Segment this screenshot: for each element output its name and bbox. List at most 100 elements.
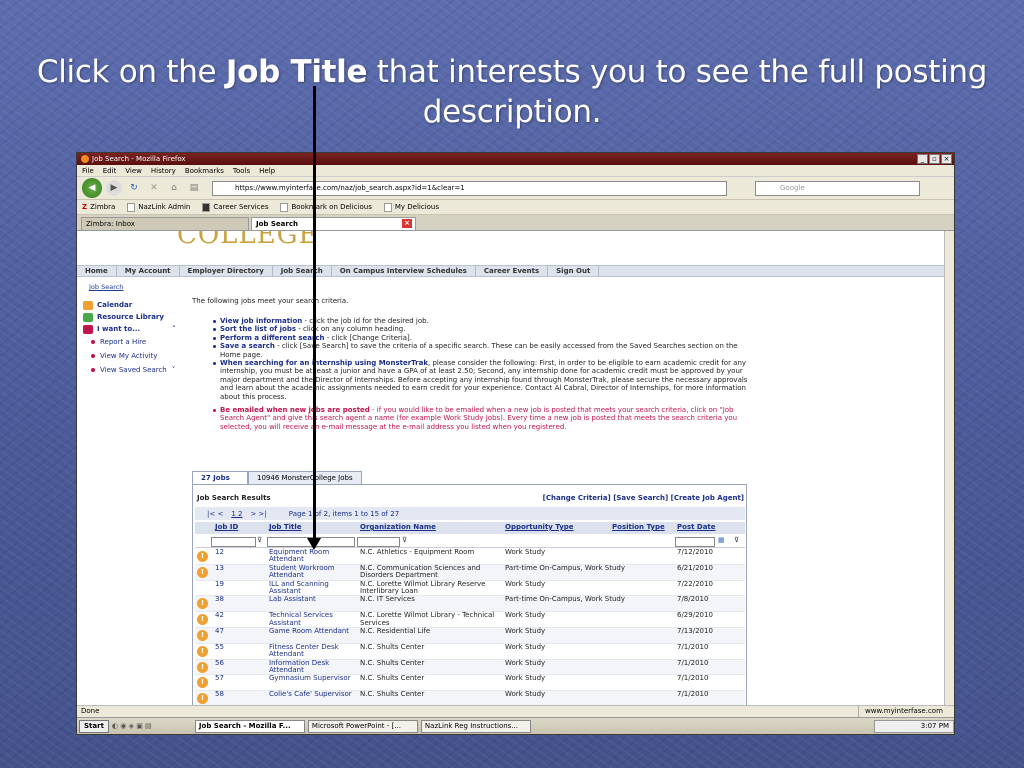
job-title-link[interactable]: Lab Assistant	[269, 595, 360, 603]
url-bar[interactable]: https://www.myinterfase.com/naz/job_sear…	[212, 180, 727, 196]
nav-home[interactable]: Home	[77, 266, 117, 276]
tab-monstercollege-jobs[interactable]: 10946 MonsterCollege Jobs	[248, 471, 362, 484]
bookmark-delicious[interactable]: Bookmark on Delicious	[280, 202, 372, 212]
table-row[interactable]: ! 47 Game Room Attendant N.C. Residential L…	[195, 626, 745, 644]
job-id-link[interactable]: 55	[212, 643, 269, 651]
sidebar-item-view-saved-search[interactable]: View Saved Search ˅	[83, 363, 188, 377]
nav-my-account[interactable]: My Account	[117, 266, 180, 276]
table-row[interactable]: ! 55 Fitness Center Desk Attendant N.C. Shu…	[195, 643, 745, 660]
filter-post-date[interactable]	[675, 537, 715, 547]
opportunity-type: Work Study	[505, 658, 546, 667]
table-row[interactable]: ! 42 Technical Services Assistant N.C. Lore…	[195, 611, 745, 628]
pager-next[interactable]: > >|	[250, 510, 266, 518]
bookmark-my-delicious[interactable]: My Delicious	[383, 202, 439, 212]
menu-file[interactable]: File	[82, 165, 94, 176]
job-title-link[interactable]: Student Workroom Attendant	[269, 564, 360, 580]
sidebar-sub-label: View Saved Search	[100, 366, 167, 374]
nav-employer-directory[interactable]: Employer Directory	[180, 266, 273, 276]
job-title-link[interactable]: ILL and Scanning Assistant	[269, 580, 360, 596]
menu-view[interactable]: View	[125, 165, 142, 176]
close-tab-icon[interactable]: ×	[402, 219, 412, 228]
job-id-link[interactable]: 57	[212, 674, 269, 682]
sidebar-item-report-hire[interactable]: Report a Hire	[83, 335, 188, 349]
start-button[interactable]: Start	[79, 719, 109, 733]
menu-history[interactable]: History	[151, 165, 176, 176]
tab-27-jobs[interactable]: 27 Jobs	[192, 471, 248, 484]
sidebar: Calendar Resource Library I want to... ˄ …	[83, 299, 188, 377]
job-title-link[interactable]: Game Room Attendant	[269, 627, 360, 635]
menu-edit[interactable]: Edit	[103, 165, 117, 176]
col-organization[interactable]: Organization Name	[360, 522, 505, 534]
col-post-date[interactable]: Post Date	[677, 522, 716, 534]
job-title-link[interactable]: Gymnasium Supervisor	[269, 674, 360, 682]
minimize-button[interactable]: _	[917, 154, 928, 164]
search-input[interactable]: Google	[755, 180, 920, 196]
job-id-link[interactable]: 58	[212, 690, 269, 698]
quicklaunch-icons[interactable]: ◐ ◉ ◈ ▣ ▤	[112, 722, 192, 730]
task-powerpoint[interactable]: Microsoft PowerPoint - [...	[307, 719, 418, 733]
menu-help[interactable]: Help	[259, 165, 275, 176]
filter-icon[interactable]: ⊽	[402, 536, 407, 544]
job-title-link[interactable]: Colie's Cafe' Supervisor	[269, 690, 360, 698]
table-row[interactable]: ! 56 Information Desk Attendant N.C. Shults…	[195, 658, 745, 676]
table-row[interactable]: ! 57 Gymnasium Supervisor N.C. Shults Cente…	[195, 674, 745, 692]
post-date: 7/12/2010	[677, 548, 713, 556]
nav-on-campus-interviews[interactable]: On Campus Interview Schedules	[332, 266, 476, 276]
job-id-link[interactable]: 38	[212, 595, 269, 603]
tab-zimbra-inbox[interactable]: Zimbra: Inbox	[81, 217, 249, 230]
table-row[interactable]: ! 13 Student Workroom Attendant N.C. Commun…	[195, 564, 745, 581]
bookmark-career-services[interactable]: Career Services	[202, 202, 268, 212]
filter-job-id[interactable]	[211, 537, 256, 547]
reload-icon[interactable]: ↻	[126, 180, 142, 196]
filter-icon[interactable]: ⊽	[734, 536, 739, 544]
pager-pages[interactable]: 1 2	[231, 510, 242, 518]
menu-tools[interactable]: Tools	[233, 165, 250, 176]
print-icon[interactable]: ▤	[186, 180, 202, 196]
task-firefox[interactable]: Job Search - Mozilla F...	[194, 719, 305, 733]
job-id-link[interactable]: 56	[212, 659, 269, 667]
nav-career-events[interactable]: Career Events	[476, 266, 549, 276]
job-title-link[interactable]: Technical Services Assistant	[269, 612, 360, 627]
sidebar-item-resource-library[interactable]: Resource Library	[83, 311, 188, 323]
job-title-link[interactable]: Equipment Room Attendant	[269, 548, 360, 564]
n-icon	[202, 202, 211, 212]
table-row[interactable]: 19 ILL and Scanning Assistant N.C. Lorette…	[195, 580, 745, 597]
filter-icon[interactable]: ⊽	[257, 536, 262, 544]
task-nazlink[interactable]: NazLink Reg Instructions...	[420, 719, 531, 733]
job-title-link[interactable]: Information Desk Attendant	[269, 659, 360, 675]
browser-window: Job Search - Mozilla Firefox _ ▫ × File Ed…	[76, 152, 955, 735]
maximize-button[interactable]: ▫	[929, 154, 940, 164]
job-id-link[interactable]: 42	[212, 611, 269, 619]
organization-name: N.C. Residential Life	[360, 626, 431, 635]
stop-icon[interactable]: ✕	[146, 180, 162, 196]
col-opportunity-type[interactable]: Opportunity Type	[505, 522, 612, 534]
back-icon[interactable]: ◀	[82, 178, 102, 198]
close-button[interactable]: ×	[941, 154, 952, 164]
col-position-type[interactable]: Position Type	[612, 522, 677, 534]
home-icon[interactable]: ⌂	[166, 180, 182, 196]
tab-job-search[interactable]: Job Search ×	[251, 217, 416, 230]
job-id-link[interactable]: 47	[212, 627, 269, 635]
filter-organization[interactable]	[357, 537, 400, 547]
forward-icon[interactable]: ▶	[106, 180, 122, 196]
job-id-link[interactable]: 12	[212, 548, 269, 556]
job-id-link[interactable]: 19	[212, 580, 269, 588]
breadcrumb[interactable]: Job Search	[89, 283, 123, 291]
job-id-link[interactable]: 13	[212, 564, 269, 572]
nav-job-search[interactable]: Job Search	[273, 266, 332, 276]
results-actions[interactable]: [Change Criteria] [Save Search] [Create …	[543, 494, 744, 502]
job-title-link[interactable]: Fitness Center Desk Attendant	[269, 643, 360, 659]
bookmark-zimbra[interactable]: Z Zimbra	[82, 203, 115, 211]
sidebar-item-i-want-to[interactable]: I want to... ˄	[83, 323, 188, 335]
bookmark-nazlink-admin[interactable]: NazLink Admin	[127, 202, 190, 212]
vertical-scrollbar[interactable]	[944, 231, 954, 709]
menu-bookmarks[interactable]: Bookmarks	[185, 165, 224, 176]
nav-sign-out[interactable]: Sign Out	[548, 266, 600, 276]
col-job-id[interactable]: Job ID	[212, 522, 269, 534]
calendar-icon[interactable]: ▦	[718, 536, 725, 544]
pager-prev[interactable]: |< <	[207, 510, 223, 518]
table-row[interactable]: ! 38 Lab Assistant N.C. IT Services Part-tim…	[195, 595, 745, 613]
table-row[interactable]: ! 12 Equipment Room Attendant N.C. Athletic…	[195, 548, 745, 565]
sidebar-item-view-activity[interactable]: View My Activity	[83, 349, 188, 363]
sidebar-item-calendar[interactable]: Calendar	[83, 299, 188, 311]
